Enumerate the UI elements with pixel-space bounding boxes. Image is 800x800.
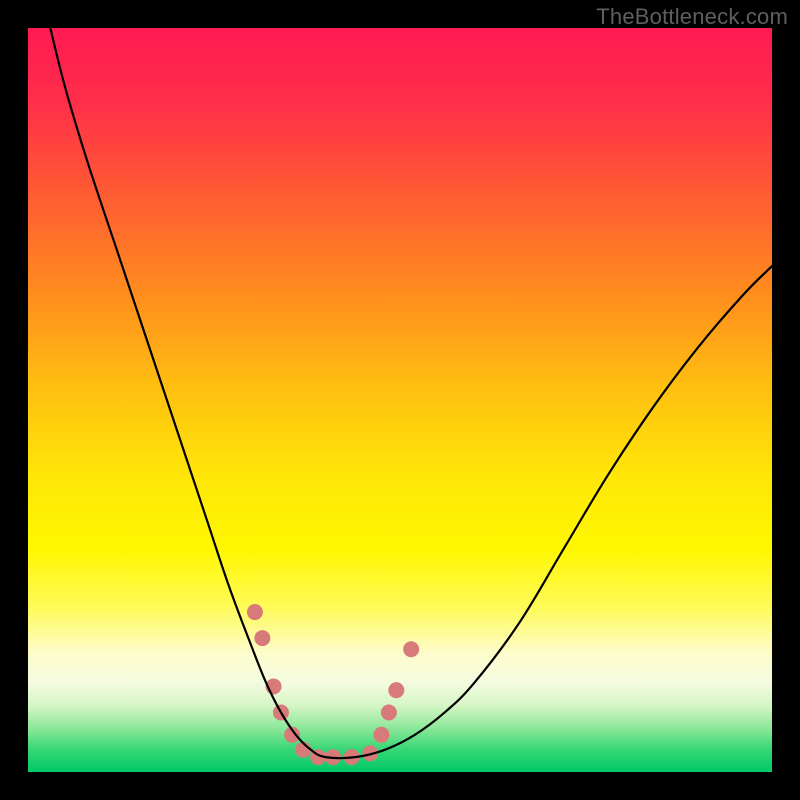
highlight-dot	[403, 641, 419, 657]
plot-area	[28, 28, 772, 772]
chart-overlay	[28, 28, 772, 772]
highlight-dot	[388, 682, 404, 698]
watermark-label: TheBottleneck.com	[596, 4, 788, 30]
highlight-dot	[381, 704, 397, 720]
marker-group	[247, 604, 419, 765]
highlight-dot	[373, 727, 389, 743]
highlight-dot	[247, 604, 263, 620]
chart-frame: TheBottleneck.com	[0, 0, 800, 800]
highlight-dot	[254, 630, 270, 646]
